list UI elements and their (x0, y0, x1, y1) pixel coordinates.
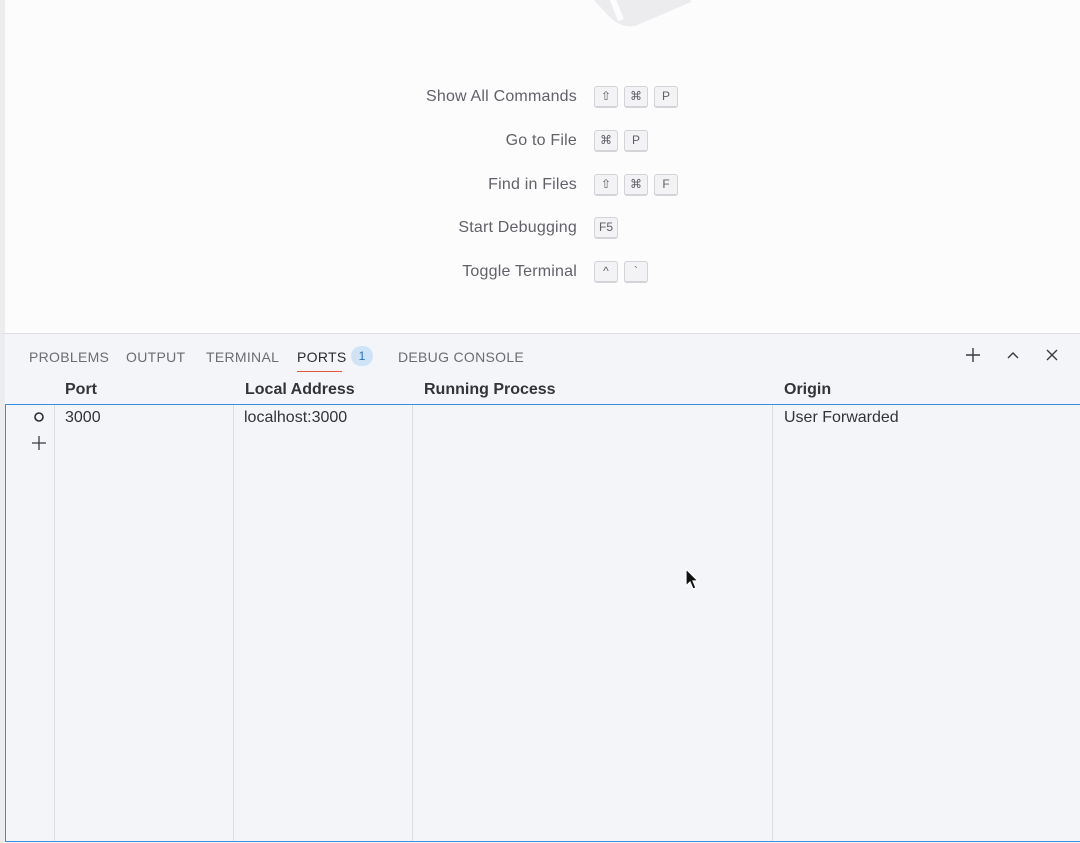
shortcut-show-all-commands: Show All Commands ⇧ ⌘ P (5, 86, 1080, 112)
keybinding: ⌘ P (594, 130, 648, 152)
port-status-circle-icon (34, 412, 44, 422)
ports-count-badge: 1 (351, 346, 373, 366)
key-ctrl: ^ (594, 261, 618, 283)
column-divider[interactable] (233, 405, 234, 841)
local-address-cell[interactable]: localhost:3000 (244, 409, 347, 427)
key-p: P (654, 86, 678, 108)
tab-debug-console[interactable]: DEBUG CONSOLE (398, 349, 524, 365)
key-f5: F5 (594, 217, 619, 239)
shortcut-find-in-files: Find in Files ⇧ ⌘ F (5, 174, 1080, 200)
forward-port-button[interactable] (962, 344, 984, 366)
add-icon (966, 348, 980, 362)
ports-table-body[interactable]: 3000 localhost:3000 User Forwarded (5, 404, 1080, 842)
column-header-running-process[interactable]: Running Process (424, 381, 556, 399)
key-backtick: ` (624, 261, 648, 283)
key-cmd: ⌘ (594, 130, 618, 152)
shortcut-label: Go to File (505, 132, 577, 149)
port-cell[interactable]: 3000 (65, 409, 101, 427)
key-cmd: ⌘ (624, 86, 648, 108)
shortcut-toggle-terminal: Toggle Terminal ^ ` (5, 261, 1080, 287)
shortcut-start-debugging: Start Debugging F5 (5, 217, 1080, 243)
bottom-panel: PROBLEMS OUTPUT TERMINAL PORTS 1 DEBUG C… (0, 333, 1080, 843)
close-icon (1046, 349, 1058, 361)
origin-cell: User Forwarded (784, 409, 899, 426)
tab-problems[interactable]: PROBLEMS (29, 349, 109, 365)
add-port-button[interactable] (30, 434, 48, 452)
add-icon (32, 436, 46, 450)
watermark-logo-icon (593, 0, 691, 27)
ports-table-header: Port Local Address Running Process Origi… (5, 379, 1080, 404)
column-divider[interactable] (54, 405, 55, 841)
tab-output[interactable]: OUTPUT (126, 349, 185, 365)
shortcut-label: Find in Files (488, 176, 577, 193)
column-header-origin[interactable]: Origin (784, 381, 831, 399)
maximize-panel-button[interactable] (1002, 344, 1024, 366)
column-divider[interactable] (772, 405, 773, 841)
column-header-port[interactable]: Port (65, 381, 97, 399)
shortcut-label: Toggle Terminal (462, 263, 577, 280)
mouse-pointer-icon (685, 568, 700, 590)
keybinding: ^ ` (594, 261, 648, 283)
active-tab-indicator (297, 371, 342, 372)
tab-terminal[interactable]: TERMINAL (206, 349, 279, 365)
keybinding: ⇧ ⌘ F (594, 174, 678, 196)
tab-ports[interactable]: PORTS (297, 349, 346, 365)
editor-welcome-area: Show All Commands ⇧ ⌘ P Go to File ⌘ P F… (0, 0, 1080, 333)
shortcut-label: Show All Commands (425, 88, 577, 105)
key-p: P (624, 130, 648, 152)
key-f: F (654, 174, 678, 196)
column-header-local-address[interactable]: Local Address (245, 381, 355, 399)
key-shift: ⇧ (594, 86, 618, 108)
close-panel-button[interactable] (1041, 344, 1063, 366)
panel-tabbar: PROBLEMS OUTPUT TERMINAL PORTS 1 DEBUG C… (5, 334, 1080, 374)
chevron-up-icon (1007, 352, 1019, 359)
shortcut-go-to-file: Go to File ⌘ P (5, 130, 1080, 156)
keybinding: ⇧ ⌘ P (594, 86, 678, 108)
keybinding: F5 (594, 217, 619, 239)
key-cmd: ⌘ (624, 174, 648, 196)
column-divider[interactable] (412, 405, 413, 841)
shortcut-label: Start Debugging (458, 219, 577, 236)
key-shift: ⇧ (594, 174, 618, 196)
